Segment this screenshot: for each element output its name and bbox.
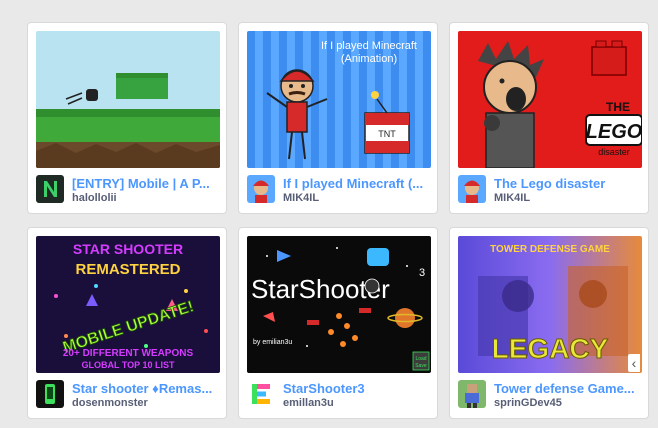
star-shooter-remastered-thumbnail[interactable]: STAR SHOOTER REMASTERED MOBILE UPDATE! 2… <box>36 236 220 373</box>
starshooter3-thumbnail[interactable]: StarShooter 3 by emilian3u Load Save <box>247 236 431 373</box>
thumb-text-the: THE <box>606 100 630 114</box>
thumb-text-lego: LEGO <box>586 121 642 143</box>
pixel-character-avatar[interactable] <box>458 380 486 408</box>
project-meta: The Lego disaster MIK4IL <box>458 175 642 207</box>
project-title[interactable]: If I played Minecraft (... <box>283 176 431 192</box>
thumb-text-legacy: LEGACY <box>492 333 609 364</box>
project-author[interactable]: halollolii <box>72 192 220 205</box>
project-meta: [ENTRY] Mobile | A P... halollolii <box>36 175 220 207</box>
mario-avatar[interactable] <box>458 175 486 203</box>
project-card[interactable]: StarShooter 3 by emilian3u Load Save Sta… <box>238 227 438 419</box>
thumb-text-tnt: TNT <box>378 129 396 139</box>
mario-icon <box>247 175 275 203</box>
thumb-text-credit: by emilian3u <box>253 339 292 346</box>
green-phone-icon <box>36 380 64 408</box>
project-meta: Tower defense Game... sprinGDev45 <box>458 380 642 412</box>
thumb-text-line4: GLOBAL TOP 10 LIST <box>81 360 175 370</box>
project-title[interactable]: [ENTRY] Mobile | A P... <box>72 176 220 192</box>
project-title[interactable]: Tower defense Game... <box>494 381 642 397</box>
project-title[interactable]: The Lego disaster <box>494 176 642 192</box>
starshooter3-thumbnail-art: StarShooter 3 by emilian3u Load Save <box>247 236 431 373</box>
thumb-text-line3: 20+ DIFFERENT WEAPONS <box>63 348 194 359</box>
chevron-left-icon[interactable]: ‹ <box>628 354 640 372</box>
green-n-logo-icon <box>36 175 64 203</box>
lego-disaster-thumbnail[interactable]: THE LEGO disaster <box>458 31 642 168</box>
project-title[interactable]: Star shooter ♦Remas... <box>72 381 220 397</box>
e-logo-avatar[interactable] <box>247 380 275 408</box>
project-meta: Star shooter ♦Remas... dosenmonster <box>36 380 220 412</box>
thumb-text-line1: If I played Minecraft <box>321 40 417 52</box>
thumb-text-line2: REMASTERED <box>75 261 180 278</box>
project-author[interactable]: MIK4IL <box>283 192 431 205</box>
thumb-text-top: TOWER DEFENSE GAME <box>490 244 610 255</box>
project-grid: [ENTRY] Mobile | A P... halollolii If I … <box>27 22 649 419</box>
minecraft-animation-thumbnail-art: If I played Minecraft (Animation) TNT <box>247 31 431 168</box>
green-phone-avatar[interactable] <box>36 380 64 408</box>
project-card[interactable]: STAR SHOOTER REMASTERED MOBILE UPDATE! 2… <box>27 227 227 419</box>
project-meta: If I played Minecraft (... MIK4IL <box>247 175 431 207</box>
project-card[interactable]: [ENTRY] Mobile | A P... halollolii <box>27 22 227 214</box>
project-author[interactable]: emillan3u <box>283 397 431 410</box>
project-card[interactable]: THE LEGO disaster The Lego disaster MIK4… <box>449 22 649 214</box>
e-logo-icon <box>247 380 275 408</box>
minecraft-animation-thumbnail[interactable]: If I played Minecraft (Animation) TNT <box>247 31 431 168</box>
thumb-text-disaster: disaster <box>598 147 630 157</box>
thumb-text-line2: (Animation) <box>341 53 397 65</box>
platformer-thumbnail-art <box>36 31 220 168</box>
tower-defense-thumbnail-art: TOWER DEFENSE GAME LEGACY <box>458 236 642 373</box>
mario-icon <box>458 175 486 203</box>
star-shooter-remastered-thumbnail-art: STAR SHOOTER REMASTERED MOBILE UPDATE! 2… <box>36 236 220 373</box>
project-meta: StarShooter3 emillan3u <box>247 380 431 412</box>
thumb-text-num: 3 <box>419 267 425 279</box>
mario-avatar[interactable] <box>247 175 275 203</box>
project-title[interactable]: StarShooter3 <box>283 381 431 397</box>
project-author[interactable]: dosenmonster <box>72 397 220 410</box>
project-author[interactable]: MIK4IL <box>494 192 642 205</box>
platformer-thumbnail[interactable] <box>36 31 220 168</box>
pixel-character-icon <box>458 380 486 408</box>
thumb-text-badge2: Save <box>415 363 427 369</box>
project-card[interactable]: If I played Minecraft (Animation) TNT If… <box>238 22 438 214</box>
lego-disaster-thumbnail-art: THE LEGO disaster <box>458 31 642 168</box>
thumb-text-line1: STAR SHOOTER <box>73 241 183 257</box>
project-author[interactable]: sprinGDev45 <box>494 397 642 410</box>
project-card[interactable]: TOWER DEFENSE GAME LEGACY ‹ Tower defens… <box>449 227 649 419</box>
green-n-logo-avatar[interactable] <box>36 175 64 203</box>
tower-defense-thumbnail[interactable]: TOWER DEFENSE GAME LEGACY ‹ <box>458 236 642 373</box>
thumb-text-badge1: Load <box>415 356 426 362</box>
